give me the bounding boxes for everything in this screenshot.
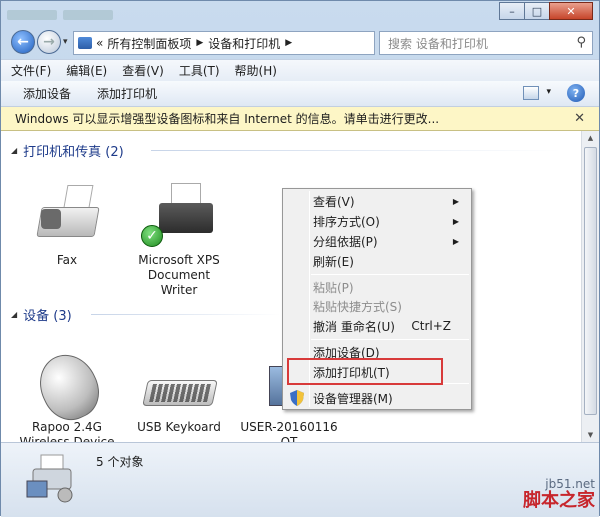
add-printer-button[interactable]: 添加打印机 — [97, 85, 157, 102]
add-device-button[interactable]: 添加设备 — [23, 85, 71, 102]
menu-item-sort[interactable]: 排序方式(O) ▶ — [285, 211, 469, 231]
chevron-right-icon[interactable]: ▶ — [285, 38, 292, 48]
title-text-blur — [7, 9, 137, 21]
forward-button[interactable]: → — [37, 30, 61, 54]
submenu-arrow-icon: ▶ — [452, 196, 459, 206]
group-divider — [151, 150, 561, 151]
window-controls: – □ ✕ — [499, 2, 593, 20]
menu-item-paste-shortcut: 粘贴快捷方式(S) — [313, 299, 402, 314]
device-usb-keyboard[interactable]: USB Keykoard — [129, 346, 229, 435]
keyboard-icon — [139, 346, 219, 416]
devices-and-printers-icon — [26, 454, 73, 503]
uac-shield-icon — [290, 390, 304, 406]
recent-pages-chevron-down-icon[interactable]: ▾ — [63, 37, 68, 47]
details-pane: 5 个对象 jb51.net 脚本之家 — [1, 442, 599, 517]
device-label: Fax — [56, 253, 78, 267]
help-icon[interactable]: ? — [567, 84, 585, 102]
breadcrumb-devices-printers[interactable]: 设备和打印机 — [208, 35, 280, 52]
collapse-triangle-icon[interactable]: ◢ — [11, 310, 17, 319]
item-count: 5 个对象 — [96, 455, 144, 469]
title-bar: – □ ✕ — [1, 1, 599, 27]
shortcut-label: Ctrl+Z — [411, 319, 451, 333]
close-info-bar-icon[interactable]: ✕ — [574, 111, 585, 126]
control-panel-icon — [78, 37, 92, 49]
navigation-row: ← → ▾ « 所有控制面板项 ▶ 设备和打印机 ▶ ▾ ↻ 搜索 设备和打印机… — [1, 27, 599, 59]
maximize-button[interactable]: □ — [524, 2, 550, 20]
minimize-button[interactable]: – — [499, 2, 525, 20]
device-label: Microsoft XPS Document Writer — [138, 253, 220, 297]
info-bar-text[interactable]: Windows 可以显示增强型设备图标和来自 Internet 的信息。请单击进… — [15, 110, 439, 127]
mouse-icon — [27, 345, 109, 429]
group-title-devices: 设备 (3) — [23, 309, 72, 324]
menu-file[interactable]: 文件(F) — [11, 62, 51, 79]
device-xps-writer[interactable]: ✓ Microsoft XPS Document Writer — [129, 179, 229, 298]
back-button[interactable]: ← — [11, 30, 35, 54]
chevron-right-icon[interactable]: ▶ — [196, 38, 203, 48]
device-label: USB Keykoard — [137, 420, 221, 434]
search-input[interactable]: 搜索 设备和打印机 ⚲ — [379, 31, 593, 55]
search-placeholder: 搜索 设备和打印机 — [388, 36, 488, 51]
menu-item-device-manager[interactable]: 设备管理器(M) — [285, 388, 469, 408]
menu-view[interactable]: 查看(V) — [122, 62, 164, 79]
submenu-arrow-icon: ▶ — [452, 216, 459, 226]
device-fax[interactable]: Fax — [17, 179, 117, 268]
vertical-scrollbar[interactable]: ▲ ▼ — [581, 131, 599, 442]
close-button[interactable]: ✕ — [549, 2, 593, 20]
scroll-thumb[interactable] — [584, 147, 597, 415]
group-divider — [91, 314, 281, 315]
device-label: Rapoo 2.4G Wireless Device — [19, 420, 115, 442]
menu-edit[interactable]: 编辑(E) — [66, 62, 107, 79]
breadcrumb-control-panel[interactable]: 所有控制面板项 — [107, 35, 191, 52]
device-wireless-mouse[interactable]: Rapoo 2.4G Wireless Device — [17, 345, 117, 442]
command-bar: 添加设备 添加打印机 ▾ ? — [1, 81, 599, 107]
menu-item-view[interactable]: 查看(V) ▶ — [285, 191, 469, 211]
submenu-arrow-icon: ▶ — [452, 236, 459, 246]
watermark: jb51.net 脚本之家 — [523, 477, 595, 511]
menu-help[interactable]: 帮助(H) — [235, 62, 277, 79]
menu-bar: 文件(F) 编辑(E) 查看(V) 工具(T) 帮助(H) — [1, 59, 599, 81]
device-label: USER-20160116 QT — [240, 420, 338, 442]
menu-item-group-by[interactable]: 分组依据(P) ▶ — [285, 231, 469, 251]
fax-icon — [27, 179, 107, 249]
menu-tools[interactable]: 工具(T) — [179, 62, 220, 79]
menu-item-paste: 粘贴(P) — [313, 280, 354, 295]
menu-item-refresh[interactable]: 刷新(E) — [285, 251, 469, 271]
printer-icon: ✓ — [139, 179, 219, 249]
group-header-devices[interactable]: ◢ 设备 (3) — [11, 305, 281, 324]
scroll-up-icon[interactable]: ▲ — [582, 131, 599, 145]
scroll-down-icon[interactable]: ▼ — [582, 428, 599, 442]
collapse-triangle-icon[interactable]: ◢ — [11, 146, 17, 155]
search-icon[interactable]: ⚲ — [576, 35, 586, 50]
annotation-highlight-box — [287, 358, 443, 385]
info-bar[interactable]: Windows 可以显示增强型设备图标和来自 Internet 的信息。请单击进… — [1, 107, 599, 131]
address-bar[interactable]: « 所有控制面板项 ▶ 设备和打印机 ▶ ▾ ↻ — [73, 31, 441, 55]
group-title-printers: 打印机和传真 (2) — [23, 145, 124, 160]
view-options-chevron-down-icon[interactable]: ▾ — [546, 87, 551, 97]
overflow-crumb[interactable]: « — [96, 36, 103, 50]
devices-and-printers-window: – □ ✕ ← → ▾ « 所有控制面板项 ▶ 设备和打印机 ▶ ▾ ↻ 搜索 … — [0, 0, 600, 517]
default-printer-check-icon: ✓ — [141, 225, 163, 247]
menu-item-undo-rename[interactable]: 撤消 重命名(U) Ctrl+Z — [285, 316, 469, 336]
group-header-printers[interactable]: ◢ 打印机和传真 (2) — [11, 141, 561, 160]
change-view-icon[interactable] — [523, 86, 539, 100]
